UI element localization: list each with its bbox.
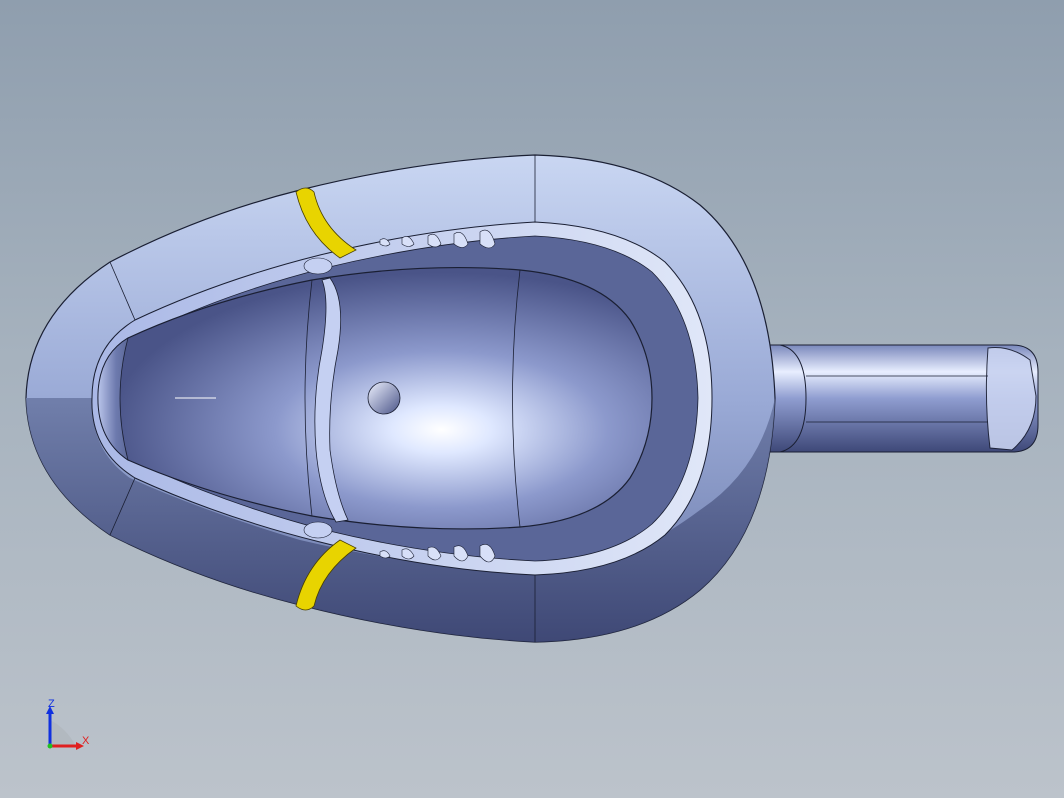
handle[interactable] [769,344,1039,453]
triad-graphic: Z X [46,698,90,750]
orientation-triad[interactable]: Z X [38,698,98,758]
z-axis-label: Z [48,698,55,710]
center-boss[interactable] [367,381,401,415]
x-axis-label: X [82,735,90,747]
triad-origin [47,743,53,749]
clip-joint-top [303,257,333,275]
3d-model-view[interactable] [0,0,1064,798]
clip-joint-bottom [303,521,333,539]
cad-graphics-viewport[interactable]: Z X [0,0,1064,798]
